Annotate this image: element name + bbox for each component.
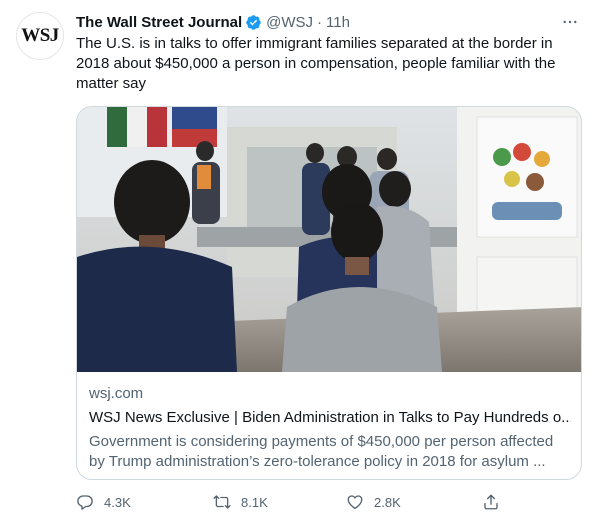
card-domain: wsj.com [89,385,144,402]
like-button[interactable]: 2.8K [346,492,401,512]
retweet-icon [213,495,231,509]
tweet-header: The Wall Street Journal @WSJ · 11h [76,12,350,32]
retweet-count: 8.1K [241,494,268,510]
avatar[interactable]: WSJ [16,12,64,60]
avatar-logo-text: WSJ [21,25,59,46]
link-card[interactable]: wsj.com WSJ News Exclusive | Biden Admin… [76,106,582,480]
verified-badge-icon [245,14,262,31]
share-button[interactable] [482,492,500,512]
reply-count: 4.3K [104,494,131,510]
card-description: Government is considering payments of $4… [89,433,554,470]
tweet-timestamp[interactable]: 11h [326,14,350,31]
card-title: WSJ News Exclusive | Biden Administratio… [89,409,571,426]
retweet-button[interactable]: 8.1K [213,492,268,512]
separator-dot: · [317,13,323,31]
like-count: 2.8K [374,494,401,510]
more-options-icon[interactable] [558,10,582,34]
reply-button[interactable]: 4.3K [76,492,131,512]
share-icon [484,494,498,510]
card-image[interactable] [77,107,581,372]
author-name[interactable]: The Wall Street Journal [76,14,242,31]
tweet-text: The U.S. is in talks to offer immigrant … [76,35,556,92]
author-handle[interactable]: @WSJ [266,14,313,31]
reply-icon [77,495,93,510]
card-body[interactable]: wsj.com WSJ News Exclusive | Biden Admin… [89,384,571,472]
tweet[interactable]: WSJ The Wall Street Journal @WSJ · 11h T… [0,0,598,524]
tweet-actions: 4.3K 8.1K 2.8K [76,492,506,514]
heart-icon [347,495,363,510]
